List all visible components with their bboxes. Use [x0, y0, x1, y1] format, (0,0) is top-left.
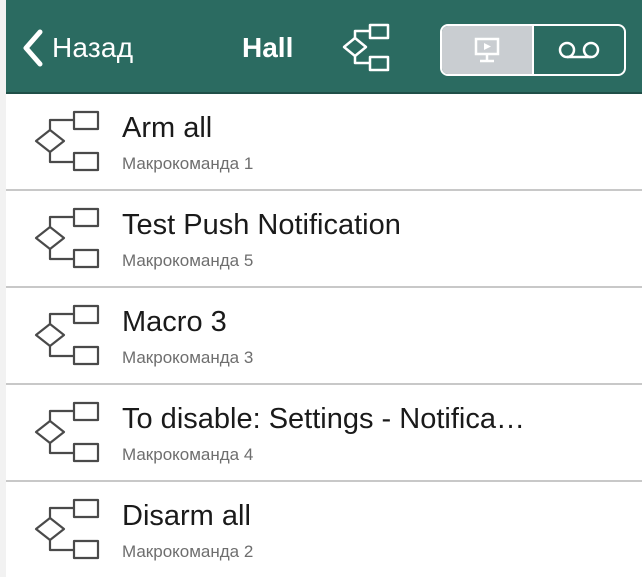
- macro-subtitle: Макрокоманда 5: [122, 251, 254, 270]
- list-item[interactable]: Test Push Notification Макрокоманда 5: [6, 191, 642, 288]
- list-item[interactable]: Arm all Макрокоманда 1: [6, 94, 642, 191]
- segment-voicemail[interactable]: [532, 26, 624, 74]
- list-item[interactable]: Macro 3 Макрокоманда 3: [6, 288, 642, 385]
- macro-name: To disable: Settings - Notifica…: [122, 403, 525, 435]
- chevron-left-icon: [23, 29, 43, 67]
- macro-subtitle: Макрокоманда 2: [122, 542, 254, 561]
- macro-subtitle: Макрокоманда 3: [122, 348, 254, 367]
- back-button[interactable]: Назад: [22, 26, 133, 70]
- app-window: Назад Hall Arm all Макрокоманда 1 Test P…: [0, 0, 642, 577]
- macro-subtitle: Макрокоманда 4: [122, 445, 254, 464]
- macro-flow-icon: [34, 304, 100, 366]
- list-item[interactable]: To disable: Settings - Notifica… Макроко…: [6, 385, 642, 482]
- navigation-bar: Назад Hall: [6, 0, 642, 94]
- macro-name: Arm all: [122, 112, 213, 144]
- monitor-icon: [474, 37, 500, 63]
- view-mode-segmented-control: [440, 24, 626, 76]
- macro-subtitle: Макрокоманда 1: [122, 154, 254, 173]
- macro-flow-icon: [342, 23, 390, 72]
- macro-flow-icon: [34, 401, 100, 463]
- voicemail-icon: [558, 41, 600, 59]
- macro-list: Arm all Макрокоманда 1 Test Push Notific…: [6, 94, 642, 577]
- macro-name: Macro 3: [122, 306, 227, 338]
- macro-flow-icon: [34, 498, 100, 560]
- macro-flow-icon: [34, 207, 100, 269]
- page-title: Hall: [242, 32, 294, 63]
- macro-flow-icon: [34, 110, 100, 172]
- macro-name: Disarm all: [122, 500, 251, 532]
- macro-name: Test Push Notification: [122, 209, 401, 241]
- back-label: Назад: [52, 32, 134, 63]
- segment-monitor[interactable]: [442, 26, 532, 74]
- list-item[interactable]: Disarm all Макрокоманда 2: [6, 482, 642, 577]
